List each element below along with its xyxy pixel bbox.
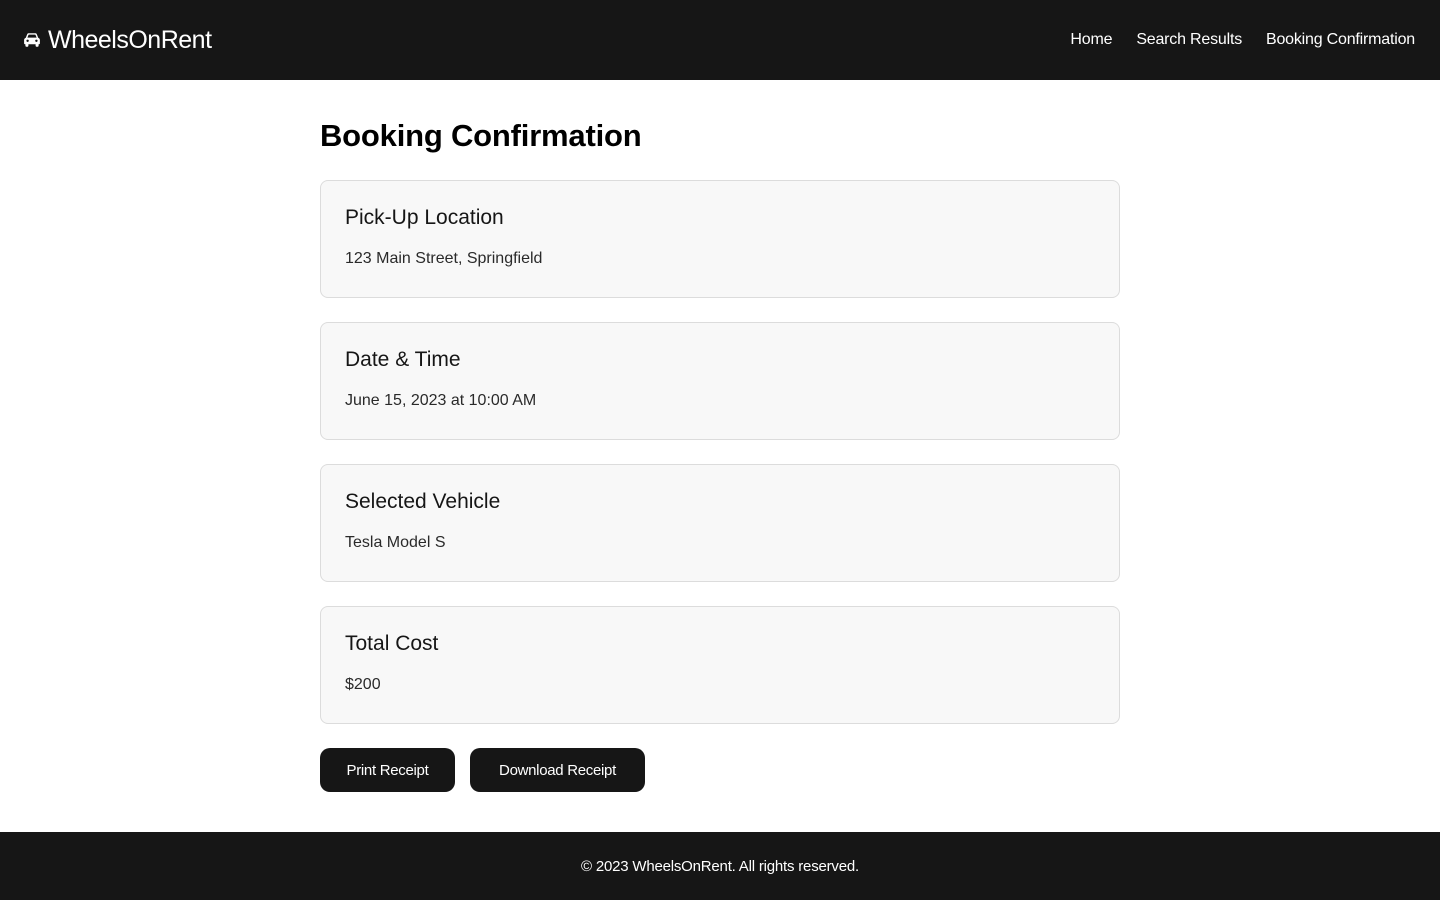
date-time-card: Date & Time June 15, 2023 at 10:00 AM	[320, 322, 1120, 440]
car-icon	[24, 33, 40, 47]
card-value: $200	[345, 676, 381, 693]
brand-name: WheelsOnRent	[48, 25, 212, 54]
site-header: WheelsOnRent Home Search Results Booking…	[0, 0, 1440, 80]
selected-vehicle-card: Selected Vehicle Tesla Model S	[320, 464, 1120, 582]
download-receipt-button[interactable]: Download Receipt	[470, 748, 645, 792]
nav-link-search-results[interactable]: Search Results	[1136, 31, 1242, 49]
total-cost-card: Total Cost $200	[320, 606, 1120, 724]
nav-link-home[interactable]: Home	[1070, 31, 1112, 49]
card-title: Pick-Up Location	[345, 206, 504, 229]
brand-logo-link[interactable]: WheelsOnRent	[24, 26, 212, 55]
site-footer: © 2023 WheelsOnRent. All rights reserved…	[0, 832, 1440, 900]
print-receipt-button[interactable]: Print Receipt	[320, 748, 455, 792]
card-value: 123 Main Street, Springfield	[345, 250, 543, 267]
card-value: June 15, 2023 at 10:00 AM	[345, 392, 537, 409]
pickup-location-card: Pick-Up Location 123 Main Street, Spring…	[320, 180, 1120, 298]
copyright-text: © 2023 WheelsOnRent. All rights reserved…	[581, 857, 859, 875]
page-title: Booking Confirmation	[320, 118, 642, 153]
card-title: Date & Time	[345, 348, 461, 371]
main-nav: Home Search Results Booking Confirmation	[1070, 31, 1415, 49]
card-title: Total Cost	[345, 632, 439, 655]
card-title: Selected Vehicle	[345, 490, 501, 513]
card-value: Tesla Model S	[345, 534, 446, 551]
receipt-actions: Print Receipt Download Receipt	[320, 748, 645, 792]
nav-link-booking-confirmation[interactable]: Booking Confirmation	[1266, 31, 1415, 49]
